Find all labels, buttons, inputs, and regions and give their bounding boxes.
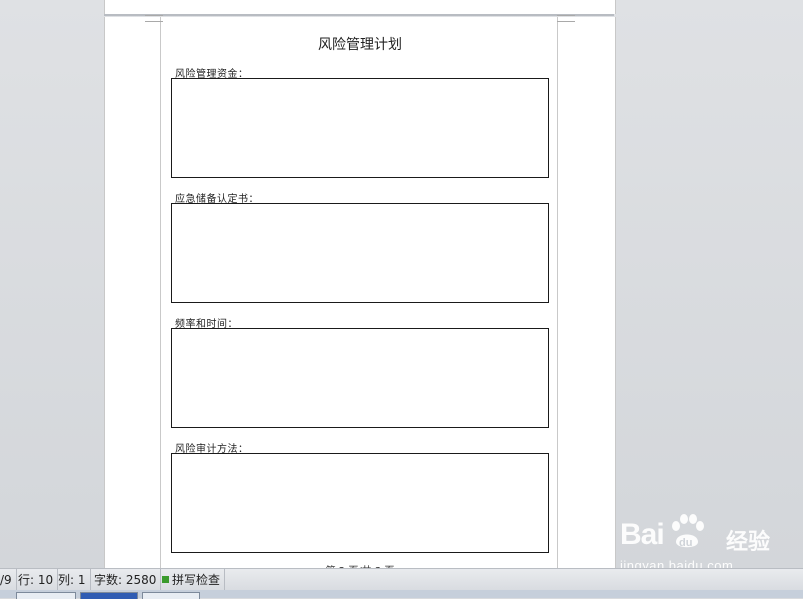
field-box-contingency-reserve[interactable] xyxy=(171,203,549,303)
previous-page-bottom xyxy=(104,0,616,14)
status-row[interactable]: 行: 10 xyxy=(14,569,59,591)
field-box-frequency-timing[interactable] xyxy=(171,328,549,428)
field-box-risk-funds[interactable] xyxy=(171,78,549,178)
watermark-product: 经验 xyxy=(726,530,771,555)
corner-crop-mark xyxy=(145,21,163,22)
corner-crop-mark xyxy=(145,15,163,16)
spell-check-button[interactable]: 拼写检查 xyxy=(158,569,226,591)
corner-crop-mark xyxy=(557,15,575,16)
corner-crop-mark xyxy=(557,21,575,22)
watermark-brand: Bai xyxy=(620,518,665,551)
taskbar xyxy=(0,590,803,599)
left-margin-guide xyxy=(160,17,161,577)
field-box-audit-method[interactable] xyxy=(171,453,549,553)
document-workspace[interactable]: 风险管理计划 风险管理资金： 应急储备认定书： 频率和时间： 风险审计方法： 第… xyxy=(0,0,803,577)
spell-check-icon xyxy=(162,576,169,583)
document-title: 风险管理计划 xyxy=(318,37,402,53)
status-column[interactable]: 列: 1 xyxy=(54,569,91,591)
svg-text:du: du xyxy=(679,537,692,549)
paw-icon: du xyxy=(672,514,704,549)
page-separator xyxy=(104,14,614,16)
document-page[interactable]: 风险管理计划 风险管理资金： 应急储备认定书： 频率和时间： 风险审计方法： 第… xyxy=(104,15,616,577)
spell-check-label: 拼写检查 xyxy=(172,573,221,587)
right-margin-guide xyxy=(557,17,558,577)
status-bar: /9 行: 10 列: 1 字数: 2580 拼写检查 xyxy=(0,568,803,591)
status-word-count[interactable]: 字数: 2580 xyxy=(90,569,162,591)
